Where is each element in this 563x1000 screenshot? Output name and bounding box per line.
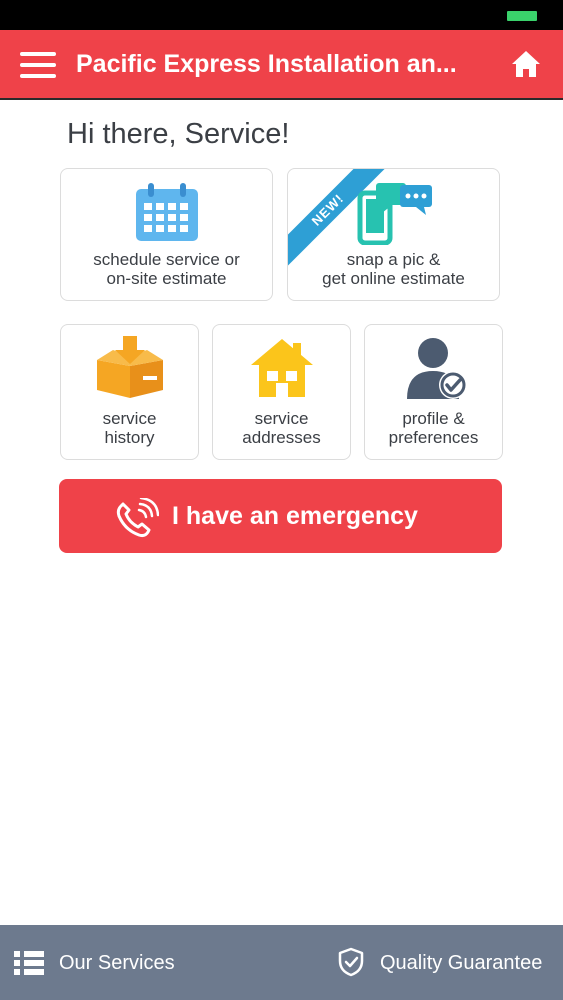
app-bar: Pacific Express Installation an... — [0, 30, 563, 100]
quality-guarantee-label: Quality Guarantee — [380, 952, 543, 974]
service-history-tile[interactable]: service history — [60, 324, 199, 460]
greeting-text: Hi there, Service! — [67, 118, 290, 150]
status-bar — [0, 0, 563, 30]
tile-label: service history — [102, 409, 157, 447]
profile-preferences-tile[interactable]: profile & preferences — [364, 324, 503, 460]
user-check-icon — [405, 335, 471, 406]
schedule-service-tile[interactable]: schedule service or on-site estimate — [60, 168, 273, 301]
app-title: Pacific Express Installation an... — [76, 50, 457, 78]
service-addresses-tile[interactable]: service addresses — [212, 324, 351, 460]
quality-guarantee-button[interactable]: Quality Guarantee — [330, 925, 563, 1000]
phone-chat-icon — [356, 181, 436, 250]
tile-label: service addresses — [242, 409, 321, 447]
snap-pic-tile[interactable]: NEW! snap a pic & get online estimate — [287, 168, 500, 301]
list-icon — [14, 951, 44, 980]
hamburger-menu-icon[interactable] — [20, 52, 56, 78]
emergency-label: I have an emergency — [172, 502, 418, 530]
our-services-button[interactable]: Our Services — [0, 925, 250, 1000]
battery-icon — [507, 11, 537, 21]
emergency-button[interactable]: I have an emergency — [59, 479, 502, 553]
phone-ringing-icon — [115, 496, 160, 543]
house-icon — [249, 337, 315, 404]
calendar-icon — [134, 181, 200, 248]
shield-check-icon — [338, 947, 364, 982]
our-services-label: Our Services — [59, 952, 175, 974]
bottom-nav-bar: Our Services Quality Guarantee — [0, 925, 563, 1000]
box-download-icon — [95, 336, 165, 405]
tile-label: profile & preferences — [388, 409, 479, 447]
home-icon[interactable] — [511, 50, 541, 78]
tile-label: snap a pic & get online estimate — [322, 250, 465, 288]
tile-label: schedule service or on-site estimate — [93, 250, 240, 288]
